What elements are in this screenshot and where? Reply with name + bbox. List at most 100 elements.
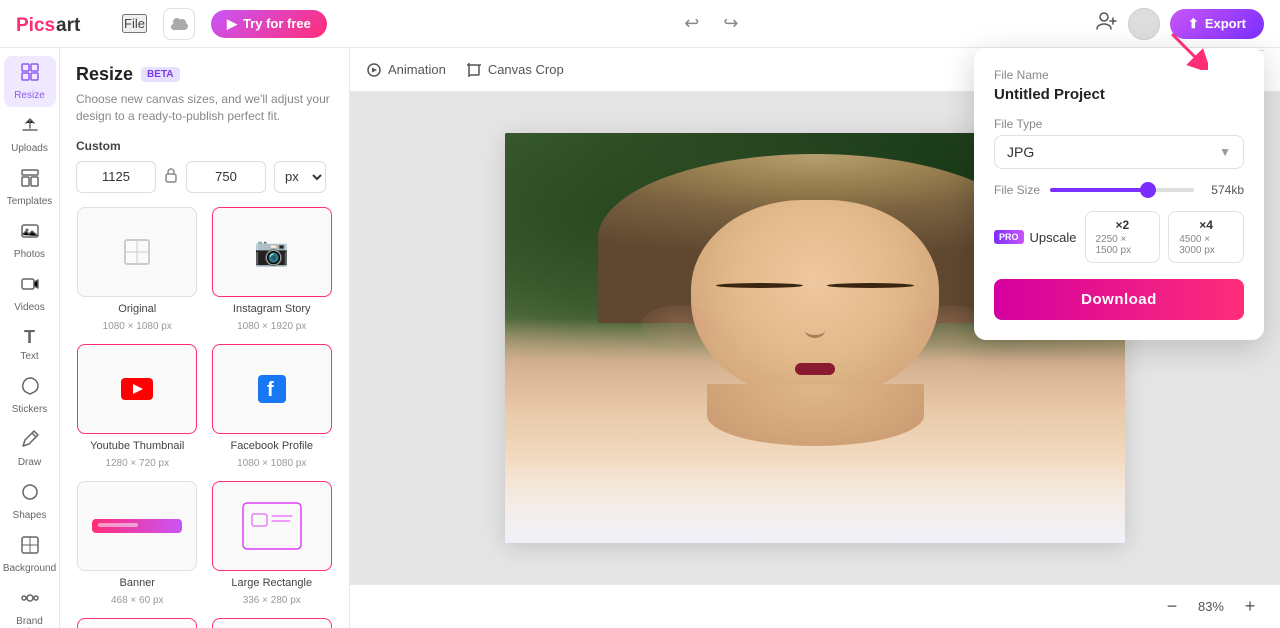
preset-linkedin[interactable]: in LinkedIn Post 1200 × 628 px (76, 618, 199, 628)
sidebar-item-shapes[interactable]: Shapes (4, 476, 56, 527)
upscale-x4-button[interactable]: ×4 4500 × 3000 px (1168, 211, 1244, 263)
upscale-label: Upscale (1030, 230, 1077, 245)
download-button[interactable]: Download (994, 279, 1244, 320)
sidebar-item-stickers[interactable]: Stickers (4, 370, 56, 421)
icon-sidebar: Resize Uploads Templates Photos Videos (0, 48, 60, 628)
sidebar-item-background[interactable]: Background (4, 529, 56, 580)
sidebar-item-text[interactable]: T Text (4, 321, 56, 368)
canvas-crop-button[interactable]: Canvas Crop (466, 62, 564, 78)
try-for-free-button[interactable]: ▶ Try for free (211, 10, 327, 38)
sidebar-item-videos[interactable]: Videos (4, 268, 56, 319)
unit-select[interactable]: px in cm (274, 161, 326, 193)
brand-kits-label: Brand Kits (8, 616, 52, 628)
width-input[interactable] (76, 161, 156, 193)
brand-kits-icon (20, 588, 40, 613)
preset-original-thumb (77, 207, 197, 297)
upscale-section: PRO Upscale ×2 2250 × 1500 px ×4 4500 × … (994, 211, 1244, 263)
preset-facebook-size: 1080 × 1080 px (237, 458, 306, 469)
preset-large-rectangle-size: 336 × 280 px (243, 595, 301, 606)
height-input[interactable] (186, 161, 266, 193)
file-type-select[interactable]: JPG ▼ (994, 135, 1244, 169)
undo-button[interactable]: ↩ (680, 9, 703, 38)
lock-icon (164, 167, 178, 186)
background-label: Background (3, 563, 56, 574)
preset-instagram-size: 1080 × 1920 px (237, 321, 306, 332)
file-size-kb: 574kb (1204, 183, 1244, 197)
svg-text:f: f (267, 379, 274, 401)
canvas-bottom: − 83% + (350, 584, 1280, 628)
preset-facebook-thumb: f (212, 344, 332, 434)
text-label: Text (20, 351, 38, 362)
preset-youtube-size: 1280 × 720 px (105, 458, 169, 469)
add-user-button[interactable] (1096, 11, 1118, 36)
file-name-label: File Name (994, 68, 1244, 82)
stickers-label: Stickers (12, 404, 48, 415)
preset-instagram[interactable]: 📷 Instagram Story 1080 × 1920 px (211, 207, 334, 332)
draw-label: Draw (18, 457, 41, 468)
videos-icon (20, 274, 40, 299)
sidebar-item-resize[interactable]: Resize (4, 56, 56, 107)
dimension-row: px in cm (76, 161, 333, 193)
preset-original[interactable]: Original 1080 × 1080 px (76, 207, 199, 332)
sidebar-item-photos[interactable]: Photos (4, 215, 56, 266)
sidebar-item-brand-kits[interactable]: Brand Kits (4, 582, 56, 628)
preset-original-size: 1080 × 1080 px (103, 321, 172, 332)
canvas-crop-label: Canvas Crop (488, 62, 564, 77)
file-type-section: File Type JPG ▼ (994, 117, 1244, 169)
x2-size: 2250 × 1500 px (1096, 234, 1150, 256)
try-icon: ▶ (227, 16, 237, 32)
upload-icon: ⬆ (1188, 16, 1199, 32)
file-size-section: File Size 574kb (994, 183, 1244, 197)
x4-size: 4500 × 3000 px (1179, 234, 1233, 256)
preset-xpost[interactable]: 𝕏 X post 1200 × 675 px (211, 618, 334, 628)
preset-facebook[interactable]: f Facebook Profile 1080 × 1080 px (211, 344, 334, 469)
chevron-down-icon: ▼ (1219, 145, 1231, 159)
resize-panel: Resize BETA Choose new canvas sizes, and… (60, 48, 350, 628)
cloud-save-button[interactable] (163, 8, 195, 40)
preset-youtube-name: Youtube Thumbnail (90, 440, 184, 452)
file-name-section: File Name Untitled Project (994, 68, 1244, 103)
shapes-label: Shapes (13, 510, 47, 521)
file-menu[interactable]: File (122, 14, 147, 33)
app-logo[interactable]: Pics art (16, 13, 106, 35)
sidebar-item-templates[interactable]: Templates (4, 162, 56, 213)
file-name-value[interactable]: Untitled Project (994, 86, 1244, 103)
preset-banner[interactable]: Banner 468 × 60 px (76, 481, 199, 606)
animation-button[interactable]: Animation (366, 62, 446, 78)
draw-icon (20, 429, 40, 454)
zoom-in-button[interactable]: + (1236, 593, 1264, 621)
templates-label: Templates (7, 196, 53, 207)
preset-instagram-thumb: 📷 (212, 207, 332, 297)
preset-xpost-thumb: 𝕏 (212, 618, 332, 628)
sidebar-item-draw[interactable]: Draw (4, 423, 56, 474)
preset-facebook-name: Facebook Profile (230, 440, 313, 452)
zoom-out-button[interactable]: − (1158, 593, 1186, 621)
shapes-icon (20, 482, 40, 507)
custom-label: Custom (76, 139, 333, 153)
text-icon: T (24, 327, 35, 348)
preset-youtube[interactable]: Youtube Thumbnail 1280 × 720 px (76, 344, 199, 469)
upscale-options: ×2 2250 × 1500 px ×4 4500 × 3000 px (1084, 211, 1244, 263)
file-size-slider[interactable] (1050, 188, 1194, 192)
resize-label: Resize (14, 90, 45, 101)
preset-instagram-name: Instagram Story (233, 303, 311, 315)
topbar-center: ↩ ↪ (343, 9, 1080, 38)
pro-badge: PRO (994, 230, 1024, 244)
preset-large-rectangle-name: Large Rectangle (231, 577, 312, 589)
preset-banner-thumb (77, 481, 197, 571)
preset-large-rectangle[interactable]: Large Rectangle 336 × 280 px (211, 481, 334, 606)
background-icon (20, 535, 40, 560)
redo-button[interactable]: ↪ (719, 9, 742, 38)
user-avatar[interactable] (1128, 8, 1160, 40)
upscale-x2-button[interactable]: ×2 2250 × 1500 px (1085, 211, 1161, 263)
topbar: Pics art File ▶ Try for free ↩ ↪ ⬆ Expor… (0, 0, 1280, 48)
x4-label: ×4 (1199, 218, 1213, 232)
export-button[interactable]: ⬆ Export (1170, 9, 1264, 39)
upscale-label-wrap: PRO Upscale (994, 230, 1076, 245)
sidebar-item-uploads[interactable]: Uploads (4, 109, 56, 160)
photos-icon (20, 221, 40, 246)
templates-icon (20, 168, 40, 193)
animation-label: Animation (388, 62, 446, 77)
uploads-icon (20, 115, 40, 140)
uploads-label: Uploads (11, 143, 48, 154)
